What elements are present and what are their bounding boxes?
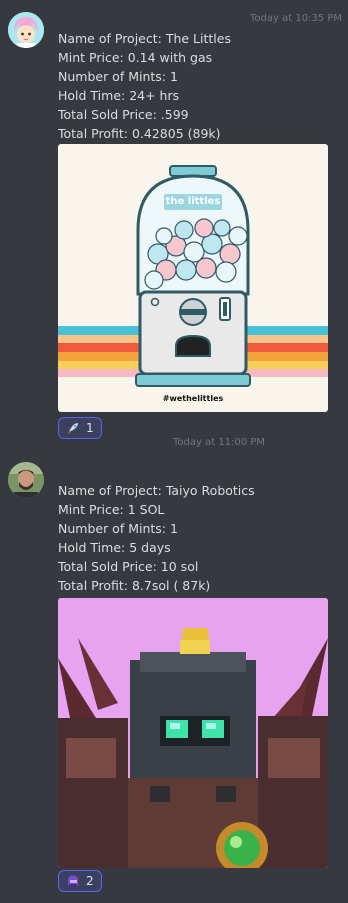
avatar-pink-hair-icon bbox=[8, 12, 44, 48]
message-line: Total Profit: 0.42805 (89k) bbox=[58, 126, 221, 141]
message-line: Hold Time: 5 days bbox=[58, 540, 171, 555]
message-line: Total Profit: 8.7sol ( 87k) bbox=[58, 578, 211, 593]
image-banner-text: the littles bbox=[165, 196, 221, 207]
message-line: Hold Time: 24+ hrs bbox=[58, 88, 180, 103]
reaction-button[interactable]: 1 bbox=[58, 417, 102, 439]
timestamp: Today at 11:00 PM bbox=[173, 437, 265, 448]
image-hashtag-text: #wethelittles bbox=[162, 394, 224, 403]
message-line: Number of Mints: 1 bbox=[58, 521, 178, 536]
timestamp: Today at 10:35 PM bbox=[250, 13, 342, 24]
message-2: Today at 11:00 PM Name of Project: Taiyo… bbox=[0, 437, 348, 903]
message-line: Name of Project: The Littles bbox=[58, 31, 231, 46]
nft-image-the-littles[interactable]: the littles #wethelittles bbox=[58, 144, 328, 412]
gumball-machine-illustration bbox=[58, 165, 328, 387]
reaction-count: 1 bbox=[86, 421, 94, 435]
avatar-man-photo-icon bbox=[8, 462, 44, 498]
reaction-button[interactable]: 2 bbox=[58, 870, 102, 892]
nft-image-taiyo-robotics[interactable] bbox=[58, 598, 328, 868]
message-line: Number of Mints: 1 bbox=[58, 69, 178, 84]
message-line: Total Sold Price: 10 sol bbox=[58, 559, 199, 574]
pixel-robot-illustration bbox=[58, 598, 328, 868]
user-avatar-2[interactable] bbox=[8, 462, 44, 498]
user-avatar-1[interactable] bbox=[8, 12, 44, 48]
rocket-emoji-icon bbox=[68, 423, 78, 434]
reaction-count: 2 bbox=[86, 874, 94, 888]
message-line: Mint Price: 0.14 with gas bbox=[58, 50, 213, 65]
robot-helmet-emoji-icon bbox=[68, 875, 78, 886]
message-line: Total Sold Price: .599 bbox=[58, 107, 189, 122]
message-line: Mint Price: 1 SOL bbox=[58, 502, 165, 517]
message-1: Today at 10:35 PM Name of Project: The L… bbox=[0, 0, 348, 440]
message-line: Name of Project: Taiyo Robotics bbox=[58, 483, 255, 498]
